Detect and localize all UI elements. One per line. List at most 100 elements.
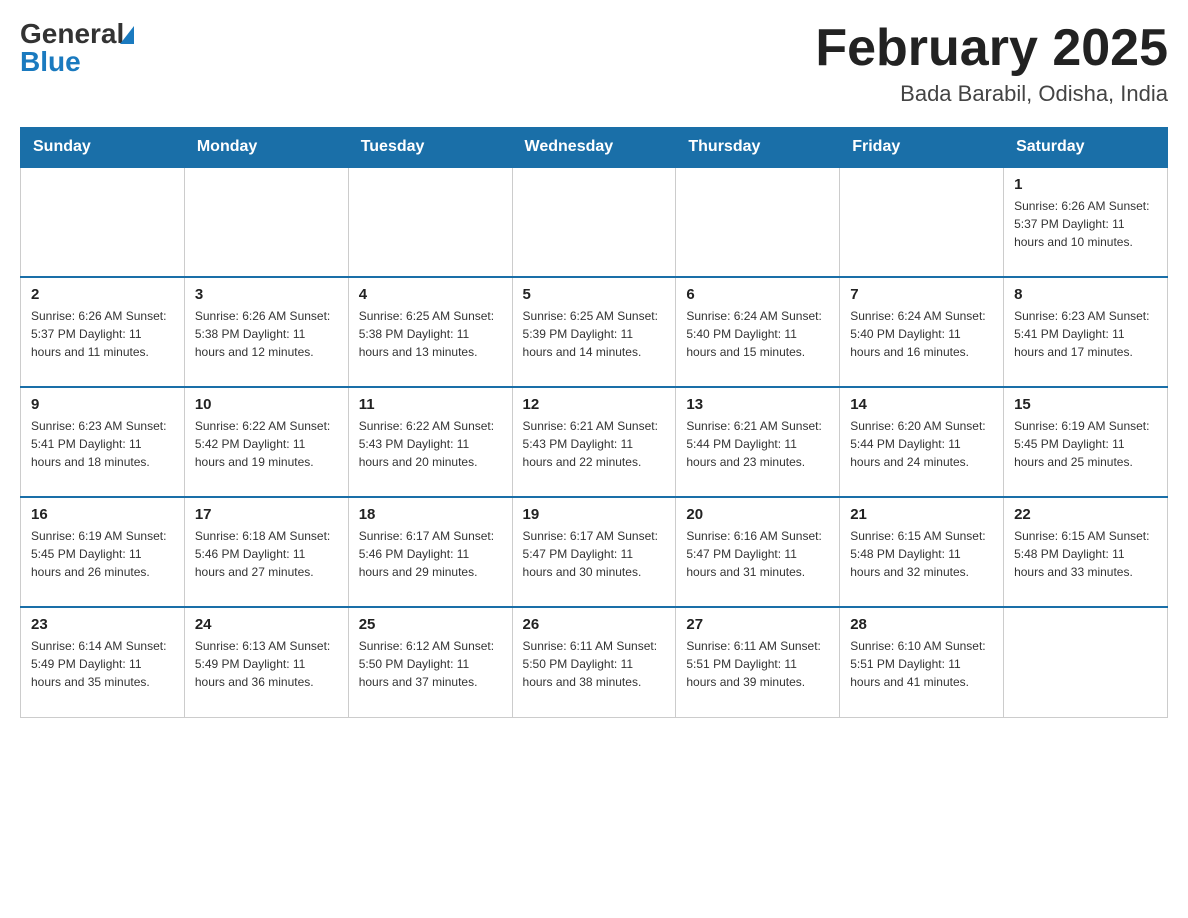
day-cell xyxy=(512,167,676,277)
day-number: 4 xyxy=(359,286,502,303)
day-info: Sunrise: 6:22 AM Sunset: 5:43 PM Dayligh… xyxy=(359,417,502,471)
day-info: Sunrise: 6:25 AM Sunset: 5:39 PM Dayligh… xyxy=(523,307,666,361)
location-subtitle: Bada Barabil, Odisha, India xyxy=(815,81,1168,107)
day-number: 19 xyxy=(523,506,666,523)
weekday-header-sunday: Sunday xyxy=(21,128,185,168)
day-cell: 4 Sunrise: 6:25 AM Sunset: 5:38 PM Daylig… xyxy=(348,277,512,387)
day-cell: 16 Sunrise: 6:19 AM Sunset: 5:45 PM Dayli… xyxy=(21,497,185,607)
day-number: 6 xyxy=(686,286,829,303)
day-cell: 28Sunrise: 6:10 AM Sunset: 5:51 PM Dayli… xyxy=(840,607,1004,717)
weekday-header-friday: Friday xyxy=(840,128,1004,168)
page-header: General Blue February 2025 Bada Barabil,… xyxy=(20,20,1168,107)
day-number: 8 xyxy=(1014,286,1157,303)
weekday-header-wednesday: Wednesday xyxy=(512,128,676,168)
day-number: 20 xyxy=(686,506,829,523)
day-number: 23 xyxy=(31,616,174,633)
day-cell: 9 Sunrise: 6:23 AM Sunset: 5:41 PM Daylig… xyxy=(21,387,185,497)
day-info: Sunrise: 6:26 AM Sunset: 5:37 PM Dayligh… xyxy=(1014,197,1157,251)
day-cell: 17 Sunrise: 6:18 AM Sunset: 5:46 PM Dayli… xyxy=(184,497,348,607)
month-title: February 2025 xyxy=(815,20,1168,77)
day-cell xyxy=(184,167,348,277)
day-cell: 21Sunrise: 6:15 AM Sunset: 5:48 PM Dayli… xyxy=(840,497,1004,607)
day-info: Sunrise: 6:11 AM Sunset: 5:50 PM Dayligh… xyxy=(523,637,666,691)
day-info: Sunrise: 6:20 AM Sunset: 5:44 PM Dayligh… xyxy=(850,417,993,471)
day-number: 14 xyxy=(850,396,993,413)
day-cell: 8 Sunrise: 6:23 AM Sunset: 5:41 PM Daylig… xyxy=(1004,277,1168,387)
day-number: 24 xyxy=(195,616,338,633)
weekday-header-row: SundayMondayTuesdayWednesdayThursdayFrid… xyxy=(21,128,1168,168)
day-number: 22 xyxy=(1014,506,1157,523)
day-info: Sunrise: 6:12 AM Sunset: 5:50 PM Dayligh… xyxy=(359,637,502,691)
day-cell xyxy=(21,167,185,277)
day-info: Sunrise: 6:15 AM Sunset: 5:48 PM Dayligh… xyxy=(850,527,993,581)
weekday-header-monday: Monday xyxy=(184,128,348,168)
day-info: Sunrise: 6:26 AM Sunset: 5:38 PM Dayligh… xyxy=(195,307,338,361)
day-cell xyxy=(676,167,840,277)
day-cell: 5 Sunrise: 6:25 AM Sunset: 5:39 PM Daylig… xyxy=(512,277,676,387)
week-row-3: 9 Sunrise: 6:23 AM Sunset: 5:41 PM Daylig… xyxy=(21,387,1168,497)
day-info: Sunrise: 6:17 AM Sunset: 5:46 PM Dayligh… xyxy=(359,527,502,581)
day-cell: 13Sunrise: 6:21 AM Sunset: 5:44 PM Dayli… xyxy=(676,387,840,497)
day-cell: 24 Sunrise: 6:13 AM Sunset: 5:49 PM Dayli… xyxy=(184,607,348,717)
day-cell: 15 Sunrise: 6:19 AM Sunset: 5:45 PM Dayli… xyxy=(1004,387,1168,497)
week-row-4: 16 Sunrise: 6:19 AM Sunset: 5:45 PM Dayli… xyxy=(21,497,1168,607)
day-number: 15 xyxy=(1014,396,1157,413)
day-cell: 25Sunrise: 6:12 AM Sunset: 5:50 PM Dayli… xyxy=(348,607,512,717)
day-cell: 14 Sunrise: 6:20 AM Sunset: 5:44 PM Dayli… xyxy=(840,387,1004,497)
day-number: 2 xyxy=(31,286,174,303)
day-number: 1 xyxy=(1014,176,1157,193)
day-cell xyxy=(348,167,512,277)
day-info: Sunrise: 6:24 AM Sunset: 5:40 PM Dayligh… xyxy=(686,307,829,361)
weekday-header-saturday: Saturday xyxy=(1004,128,1168,168)
day-info: Sunrise: 6:23 AM Sunset: 5:41 PM Dayligh… xyxy=(31,417,174,471)
day-info: Sunrise: 6:14 AM Sunset: 5:49 PM Dayligh… xyxy=(31,637,174,691)
logo-triangle-icon xyxy=(120,26,134,44)
day-info: Sunrise: 6:21 AM Sunset: 5:44 PM Dayligh… xyxy=(686,417,829,471)
logo-text: General Blue xyxy=(20,20,134,76)
day-cell: 7 Sunrise: 6:24 AM Sunset: 5:40 PM Daylig… xyxy=(840,277,1004,387)
day-cell: 19Sunrise: 6:17 AM Sunset: 5:47 PM Dayli… xyxy=(512,497,676,607)
day-info: Sunrise: 6:18 AM Sunset: 5:46 PM Dayligh… xyxy=(195,527,338,581)
day-info: Sunrise: 6:16 AM Sunset: 5:47 PM Dayligh… xyxy=(686,527,829,581)
day-cell xyxy=(840,167,1004,277)
day-info: Sunrise: 6:24 AM Sunset: 5:40 PM Dayligh… xyxy=(850,307,993,361)
day-info: Sunrise: 6:19 AM Sunset: 5:45 PM Dayligh… xyxy=(1014,417,1157,471)
logo-blue: Blue xyxy=(20,48,134,76)
calendar-table: SundayMondayTuesdayWednesdayThursdayFrid… xyxy=(20,127,1168,718)
day-info: Sunrise: 6:15 AM Sunset: 5:48 PM Dayligh… xyxy=(1014,527,1157,581)
day-info: Sunrise: 6:21 AM Sunset: 5:43 PM Dayligh… xyxy=(523,417,666,471)
title-block: February 2025 Bada Barabil, Odisha, Indi… xyxy=(815,20,1168,107)
day-number: 5 xyxy=(523,286,666,303)
day-cell: 23 Sunrise: 6:14 AM Sunset: 5:49 PM Dayli… xyxy=(21,607,185,717)
day-number: 17 xyxy=(195,506,338,523)
day-cell: 1 Sunrise: 6:26 AM Sunset: 5:37 PM Daylig… xyxy=(1004,167,1168,277)
day-cell: 11 Sunrise: 6:22 AM Sunset: 5:43 PM Dayli… xyxy=(348,387,512,497)
day-number: 18 xyxy=(359,506,502,523)
day-cell xyxy=(1004,607,1168,717)
weekday-header-thursday: Thursday xyxy=(676,128,840,168)
day-info: Sunrise: 6:11 AM Sunset: 5:51 PM Dayligh… xyxy=(686,637,829,691)
day-cell: 12 Sunrise: 6:21 AM Sunset: 5:43 PM Dayli… xyxy=(512,387,676,497)
day-info: Sunrise: 6:22 AM Sunset: 5:42 PM Dayligh… xyxy=(195,417,338,471)
day-number: 26 xyxy=(523,616,666,633)
day-info: Sunrise: 6:13 AM Sunset: 5:49 PM Dayligh… xyxy=(195,637,338,691)
day-info: Sunrise: 6:25 AM Sunset: 5:38 PM Dayligh… xyxy=(359,307,502,361)
day-number: 7 xyxy=(850,286,993,303)
day-number: 16 xyxy=(31,506,174,523)
day-number: 9 xyxy=(31,396,174,413)
day-number: 11 xyxy=(359,396,502,413)
day-number: 28 xyxy=(850,616,993,633)
day-number: 10 xyxy=(195,396,338,413)
week-row-1: 1 Sunrise: 6:26 AM Sunset: 5:37 PM Daylig… xyxy=(21,167,1168,277)
week-row-5: 23 Sunrise: 6:14 AM Sunset: 5:49 PM Dayli… xyxy=(21,607,1168,717)
day-cell: 3Sunrise: 6:26 AM Sunset: 5:38 PM Daylig… xyxy=(184,277,348,387)
day-cell: 10 Sunrise: 6:22 AM Sunset: 5:42 PM Dayli… xyxy=(184,387,348,497)
day-number: 12 xyxy=(523,396,666,413)
day-number: 27 xyxy=(686,616,829,633)
day-info: Sunrise: 6:19 AM Sunset: 5:45 PM Dayligh… xyxy=(31,527,174,581)
day-cell: 20 Sunrise: 6:16 AM Sunset: 5:47 PM Dayli… xyxy=(676,497,840,607)
day-cell: 26 Sunrise: 6:11 AM Sunset: 5:50 PM Dayli… xyxy=(512,607,676,717)
day-cell: 6 Sunrise: 6:24 AM Sunset: 5:40 PM Daylig… xyxy=(676,277,840,387)
day-info: Sunrise: 6:23 AM Sunset: 5:41 PM Dayligh… xyxy=(1014,307,1157,361)
logo: General Blue xyxy=(20,20,134,76)
